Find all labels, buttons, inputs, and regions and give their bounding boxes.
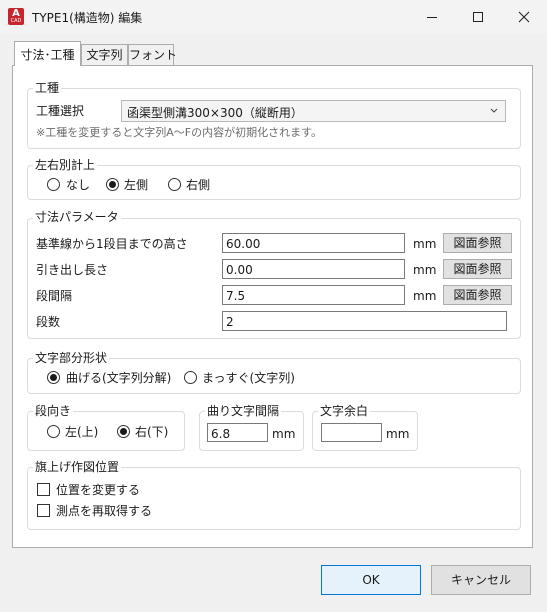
chevron-down-icon: [490, 108, 498, 113]
radio-left-up[interactable]: [47, 425, 60, 438]
leader-length-label: 引き出し長さ: [36, 263, 109, 277]
cancel-button[interactable]: キャンセル: [431, 565, 531, 595]
radio-straight-text[interactable]: [184, 371, 197, 384]
step-direction-group-label: 段向き: [33, 404, 74, 418]
base-height-ref-button[interactable]: 図面参照: [443, 233, 512, 253]
reacquire-station-label: 測点を再取得する: [56, 504, 153, 518]
left-right-group-label: 左右別計上: [33, 158, 98, 172]
text-margin-input[interactable]: [321, 423, 382, 442]
flag-position-group-label: 旗上げ作図位置: [33, 460, 122, 474]
base-height-unit: mm: [413, 237, 437, 251]
step-interval-input[interactable]: 7.5: [222, 285, 405, 305]
radio-left-up-label: 左(上): [65, 425, 99, 439]
reacquire-station-checkbox[interactable]: [37, 504, 50, 517]
work-type-select[interactable]: 函渠型側溝300×300（縦断用）: [121, 100, 506, 122]
app-logo-sub: CAD: [10, 18, 22, 24]
maximize-icon: [473, 12, 483, 22]
close-button[interactable]: [501, 0, 547, 34]
change-position-label: 位置を変更する: [56, 483, 141, 497]
radio-left-side[interactable]: [106, 178, 119, 191]
text-margin-group-label: 文字余白: [318, 404, 371, 418]
base-height-input[interactable]: 60.00: [222, 233, 405, 253]
radio-right-down-label: 右(下): [135, 425, 169, 439]
step-interval-unit: mm: [413, 289, 437, 303]
flag-position-group: [27, 467, 521, 530]
base-height-label: 基準線から1段目までの高さ: [36, 237, 188, 251]
change-position-checkbox[interactable]: [37, 483, 50, 496]
radio-right-side[interactable]: [168, 178, 181, 191]
work-type-select-label: 工種選択: [36, 104, 85, 118]
leader-length-input[interactable]: 0.00: [222, 259, 405, 279]
text-margin-unit: mm: [386, 427, 410, 441]
step-count-input[interactable]: 2: [222, 311, 507, 331]
close-icon: [518, 11, 530, 23]
dimension-params-group-label: 寸法パラメータ: [33, 210, 121, 224]
app-logo-icon: A CAD: [8, 8, 24, 25]
bend-spacing-group-label: 曲り文字間隔: [205, 404, 282, 418]
text-shape-group-label: 文字部分形状: [33, 351, 110, 365]
step-count-label: 段数: [36, 315, 61, 329]
step-interval-label: 段間隔: [36, 289, 73, 303]
minimize-icon: [427, 17, 437, 18]
work-type-note: ※工種を変更すると文字列A～Fの内容が初期化されます。: [36, 126, 322, 139]
window-title: TYPE1(構造物) 編集: [32, 11, 143, 25]
work-type-group-label: 工種: [33, 81, 62, 95]
bend-spacing-input[interactable]: 6.8: [207, 423, 268, 442]
radio-none[interactable]: [47, 178, 60, 191]
radio-right-side-label: 右側: [186, 178, 211, 192]
tab-text-strings[interactable]: 文字列: [81, 44, 128, 65]
radio-bend-text-label: 曲げる(文字列分解): [66, 371, 172, 385]
leader-length-ref-button[interactable]: 図面参照: [443, 259, 512, 279]
tab-font[interactable]: フォント: [128, 44, 177, 65]
tab-dimension-worktype[interactable]: 寸法･工種: [14, 41, 81, 66]
bend-spacing-unit: mm: [272, 427, 296, 441]
maximize-button[interactable]: [455, 0, 501, 34]
radio-right-down[interactable]: [117, 425, 130, 438]
minimize-button[interactable]: [409, 0, 455, 34]
ok-button[interactable]: OK: [321, 565, 421, 595]
radio-left-side-label: 左側: [124, 178, 149, 192]
radio-bend-text[interactable]: [47, 371, 60, 384]
step-interval-ref-button[interactable]: 図面参照: [443, 285, 512, 305]
radio-none-label: なし: [66, 178, 91, 192]
radio-straight-text-label: まっすぐ(文字列): [202, 371, 295, 385]
work-type-select-value: 函渠型側溝300×300（縦断用）: [127, 106, 303, 120]
left-right-group: [27, 165, 521, 200]
leader-length-unit: mm: [413, 263, 437, 277]
